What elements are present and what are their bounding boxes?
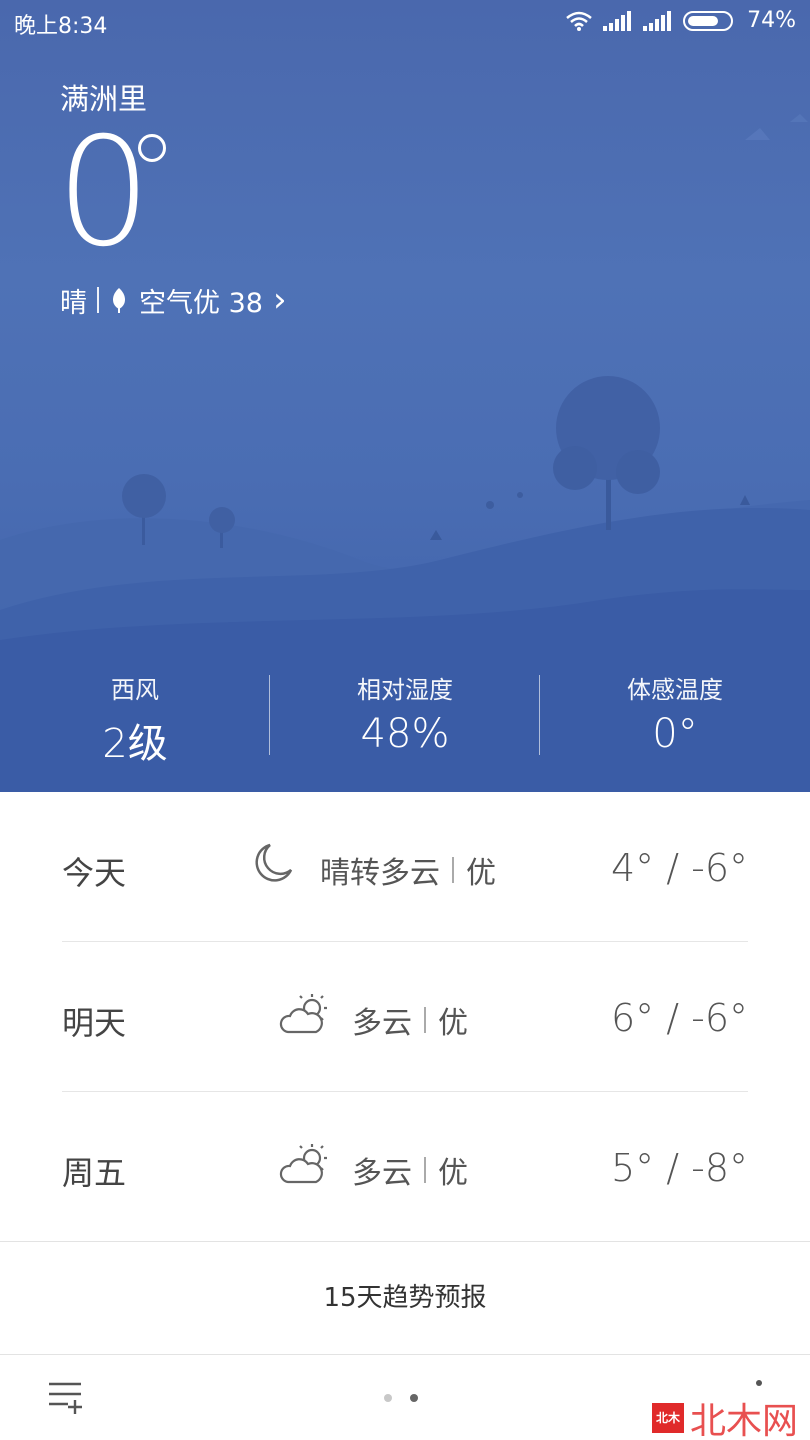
forecast-description: 多云 优 [352, 1148, 468, 1192]
battery-icon [683, 10, 734, 31]
page-dot-active [410, 1394, 418, 1402]
forecast-day: 明天 [62, 1004, 127, 1042]
detail-value: 48% [360, 711, 450, 757]
leaf-icon [113, 288, 125, 313]
watermark-badge: 北木 [651, 1403, 684, 1433]
detail-label: 相对湿度 [357, 676, 453, 704]
condition-row[interactable]: 晴 空气优 38 › [60, 280, 287, 320]
forecast-condition: 晴转多云 [320, 856, 440, 891]
forecast-range: 4° / -6° [610, 846, 748, 890]
moon-icon [255, 843, 293, 882]
forecast-range: 6° / -6° [610, 996, 748, 1040]
current-condition: 晴 [60, 287, 87, 319]
page-indicator [384, 1394, 418, 1402]
forecast-list: 今天 晴转多云 优 4° / -6° 明天 多云 优 6° / -6° 周五 多… [0, 792, 810, 1242]
forecast-row[interactable]: 周五 多云 优 5° / -8° [0, 1092, 810, 1242]
detail-label: 西风 [111, 676, 159, 704]
forecast-day: 今天 [62, 854, 127, 892]
status-time: 晚上8:34 [14, 14, 108, 39]
wind-detail: 西风 2级 [0, 670, 270, 767]
forecast-row[interactable]: 今天 晴转多云 优 4° / -6° [0, 792, 810, 942]
bottom-bar: 北木 北木网 [0, 1356, 810, 1440]
separator [424, 1157, 426, 1183]
forecast-condition: 多云 [352, 1006, 412, 1041]
detail-value: 2级 [102, 721, 168, 767]
weather-hero: 晚上8:34 74% 满洲里 0 晴 空气优 38 › 西风 2级 相对湿度 4… [0, 0, 810, 792]
signal-icon [643, 10, 672, 31]
separator [452, 857, 454, 883]
more-icon[interactable] [756, 1380, 762, 1386]
forecast-day: 周五 [62, 1154, 127, 1192]
partly-cloudy-icon [279, 994, 327, 1034]
battery-percent: 74% [747, 8, 796, 33]
separator [424, 1007, 426, 1033]
trend-forecast-button[interactable]: 15天趋势预报 [0, 1241, 810, 1355]
chevron-right-icon: › [272, 280, 287, 320]
status-bar: 晚上8:34 74% [0, 0, 810, 46]
forecast-description: 多云 优 [352, 998, 468, 1042]
forecast-description: 晴转多云 优 [320, 848, 496, 892]
signal-icon [603, 10, 632, 31]
weather-details: 西风 2级 相对湿度 48% 体感温度 0° [0, 670, 810, 767]
partly-cloudy-icon [279, 1144, 327, 1184]
watermark-text: 北木网 [689, 1401, 798, 1440]
page-dot [384, 1394, 392, 1402]
forecast-aqi: 优 [466, 856, 496, 891]
forecast-condition: 多云 [352, 1156, 412, 1191]
feels-like-detail: 体感温度 0° [540, 670, 810, 760]
detail-label: 体感温度 [627, 676, 723, 704]
forecast-range: 5° / -8° [610, 1146, 748, 1190]
separator [97, 287, 99, 313]
forecast-aqi: 优 [438, 1156, 468, 1191]
current-temperature: 0 [56, 106, 152, 280]
forecast-row[interactable]: 明天 多云 优 6° / -6° [0, 942, 810, 1092]
air-quality: 空气优 38 [139, 287, 263, 319]
humidity-detail: 相对湿度 48% [270, 670, 540, 760]
city-manage-icon[interactable] [46, 1380, 84, 1414]
degree-symbol [138, 134, 166, 162]
watermark: 北木 北木网 [651, 1392, 798, 1440]
forecast-aqi: 优 [438, 1006, 468, 1041]
wifi-icon [566, 11, 592, 31]
detail-value: 0° [652, 711, 698, 757]
status-indicators: 74% [565, 8, 796, 33]
